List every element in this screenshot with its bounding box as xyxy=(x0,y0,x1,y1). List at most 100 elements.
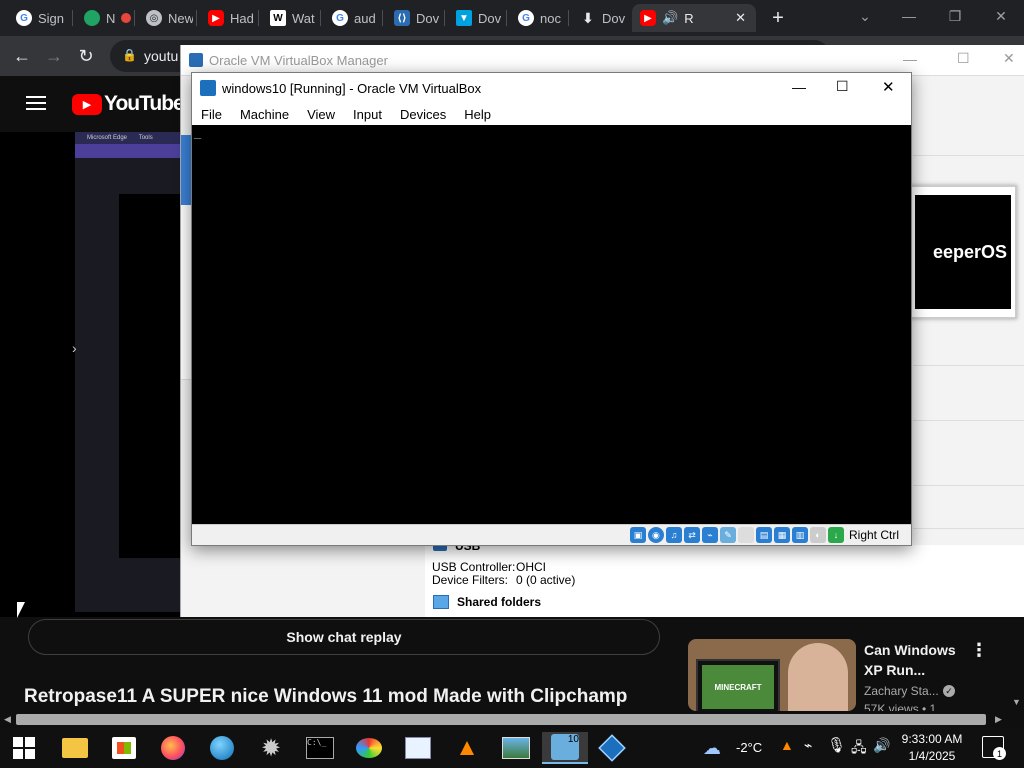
tab-separator xyxy=(320,10,321,26)
scrollbar-thumb[interactable] xyxy=(16,714,986,725)
vlc-icon[interactable]: ▲ xyxy=(447,732,487,764)
tab-dov-1[interactable]: ⟨⟩ Dov xyxy=(386,4,441,32)
audio-icon[interactable]: ♫ xyxy=(665,527,682,543)
tab-sign[interactable]: G Sign xyxy=(8,4,68,32)
close-icon[interactable]: ✕ xyxy=(1003,50,1015,67)
tab-noc[interactable]: G noc xyxy=(510,4,565,32)
horizontal-scrollbar[interactable]: ◀ ▶ xyxy=(0,711,1024,728)
microsoft-store-icon[interactable] xyxy=(104,732,144,764)
menu-file[interactable]: File xyxy=(192,107,231,122)
thumb-header-text: Microsoft Edge xyxy=(87,135,128,141)
display-icon[interactable] xyxy=(737,527,754,543)
shared-folders-heading[interactable]: Shared folders xyxy=(457,595,541,609)
volume-icon[interactable]: 🔊 xyxy=(873,737,890,754)
virtualbox-icon xyxy=(189,53,203,67)
tab-label: Dov xyxy=(602,10,626,26)
related-title-line2: XP Run... xyxy=(864,662,926,678)
laptop-image: MINECRAFT xyxy=(696,659,780,711)
vm-titlebar: windows10 [Running] - Oracle VM VirtualB… xyxy=(192,73,911,103)
tab-drive[interactable]: N xyxy=(76,4,131,32)
tab-separator xyxy=(382,10,383,26)
tab-active-youtube[interactable]: ▶ 🔊 R ✕ xyxy=(632,4,756,32)
temperature-label[interactable]: -2°C xyxy=(736,740,762,755)
mouse-integration-icon[interactable]: ◐ xyxy=(809,527,826,543)
file-explorer-icon[interactable] xyxy=(55,732,95,764)
optical-drive-icon[interactable]: ◉ xyxy=(647,527,664,543)
photos-icon[interactable] xyxy=(496,732,536,764)
menu-view[interactable]: View xyxy=(298,107,344,122)
clock-time: 9:33:00 AM xyxy=(901,732,963,746)
new-tab-button[interactable]: + xyxy=(766,6,790,30)
tab-separator xyxy=(196,10,197,26)
notification-badge: 1 xyxy=(993,747,1006,760)
virtualbox-win10-icon[interactable]: 10 xyxy=(542,732,588,764)
hamburger-menu-icon[interactable] xyxy=(26,96,46,110)
forward-icon[interactable]: → xyxy=(40,42,68,70)
back-icon[interactable]: ← xyxy=(8,42,36,70)
tab-new[interactable]: ◎ New xyxy=(138,4,193,32)
tab-dov-2[interactable]: ▼ Dov xyxy=(448,4,503,32)
recording-icon xyxy=(121,13,131,23)
hard-disk-icon[interactable]: ▣ xyxy=(629,527,646,543)
menu-machine[interactable]: Machine xyxy=(231,107,298,122)
related-video-thumbnail[interactable]: MINECRAFT xyxy=(688,639,856,711)
tab-close-icon[interactable]: ✕ xyxy=(735,10,746,26)
settings-gear-icon[interactable]: ✹ xyxy=(251,732,291,764)
shared-folder-icon[interactable]: ✎ xyxy=(719,527,736,543)
menu-devices[interactable]: Devices xyxy=(391,107,455,122)
firefox-icon[interactable] xyxy=(153,732,193,764)
menu-help[interactable]: Help xyxy=(455,107,500,122)
tab-search-icon[interactable]: ⌄ xyxy=(842,0,888,32)
google-icon: G xyxy=(332,10,348,26)
command-prompt-icon[interactable]: C:\_ xyxy=(300,732,340,764)
maximize-icon[interactable]: ☐ xyxy=(836,78,849,95)
tab-aud[interactable]: G aud xyxy=(324,4,379,32)
minimize-icon[interactable]: — xyxy=(903,51,917,67)
tab-had[interactable]: ▶ Had xyxy=(200,4,255,32)
weather-cloud-icon[interactable]: ☁ xyxy=(703,738,721,759)
restore-icon[interactable]: ❐ xyxy=(932,0,978,32)
usb-tray-icon[interactable]: ⌁ xyxy=(804,737,812,754)
minimize-icon[interactable]: — xyxy=(886,0,932,32)
action-center-icon[interactable]: 1 xyxy=(982,736,1006,760)
clock[interactable]: 9:33:00 AM 1/4/2025 xyxy=(900,731,964,765)
related-video-channel[interactable]: Zachary Sta... xyxy=(864,684,939,698)
host-key-icon[interactable]: ↓ xyxy=(827,527,844,543)
close-icon[interactable]: ✕ xyxy=(882,78,895,96)
vbox-manager-title: Oracle VM VirtualBox Manager xyxy=(209,52,388,68)
network-icon[interactable]: ⇄ xyxy=(683,527,700,543)
download-arrow-icon: ▼ xyxy=(456,10,472,26)
notepad-icon[interactable] xyxy=(398,732,438,764)
tab-label: Had xyxy=(230,10,254,26)
close-icon[interactable]: ✕ xyxy=(978,0,1024,32)
network-icon[interactable]: 🖧 xyxy=(851,737,867,761)
scroll-left-icon[interactable]: ◀ xyxy=(4,714,11,725)
paint-icon[interactable] xyxy=(349,732,389,764)
cpu-icon[interactable]: ▥ xyxy=(791,527,808,543)
related-video-title[interactable]: Can Windows XP Run... xyxy=(864,640,956,680)
scroll-down-icon[interactable]: ▼ xyxy=(1012,697,1021,707)
chevron-right-icon[interactable]: › xyxy=(72,340,77,356)
tab-dov-3[interactable]: ⬇ Dov xyxy=(572,4,627,32)
menu-input[interactable]: Input xyxy=(344,107,391,122)
earth-icon[interactable] xyxy=(202,732,242,764)
browser-tab-strip: G Sign N ◎ New ▶ Had W Wat G aud ⟨⟩ Dov … xyxy=(0,0,1024,36)
usb-icon[interactable]: ⌁ xyxy=(701,527,718,543)
vm-preview-screen: eeperOS xyxy=(915,195,1011,309)
minimize-icon[interactable]: — xyxy=(792,79,806,95)
usb-controller-value: OHCI xyxy=(516,560,546,574)
vlc-tray-icon[interactable]: ▲ xyxy=(780,737,794,753)
scroll-right-icon[interactable]: ▶ xyxy=(995,714,1002,725)
youtube-logo-icon[interactable]: ▶ xyxy=(72,94,102,115)
maximize-icon[interactable]: ☐ xyxy=(957,50,970,67)
microphone-icon[interactable]: 🎙 xyxy=(827,736,846,754)
virtualbox-icon[interactable] xyxy=(592,732,632,764)
windows-start-icon[interactable] xyxy=(4,732,44,764)
vm-display[interactable]: _ xyxy=(192,125,911,524)
reload-icon[interactable]: ↻ xyxy=(72,42,100,70)
show-chat-replay-button[interactable]: Show chat replay xyxy=(28,619,660,655)
video-capture-icon[interactable]: ▤ xyxy=(755,527,772,543)
more-options-icon[interactable]: ⋮ xyxy=(970,640,988,661)
tab-wat[interactable]: W Wat xyxy=(262,4,317,32)
screen-icon[interactable]: ▦ xyxy=(773,527,790,543)
